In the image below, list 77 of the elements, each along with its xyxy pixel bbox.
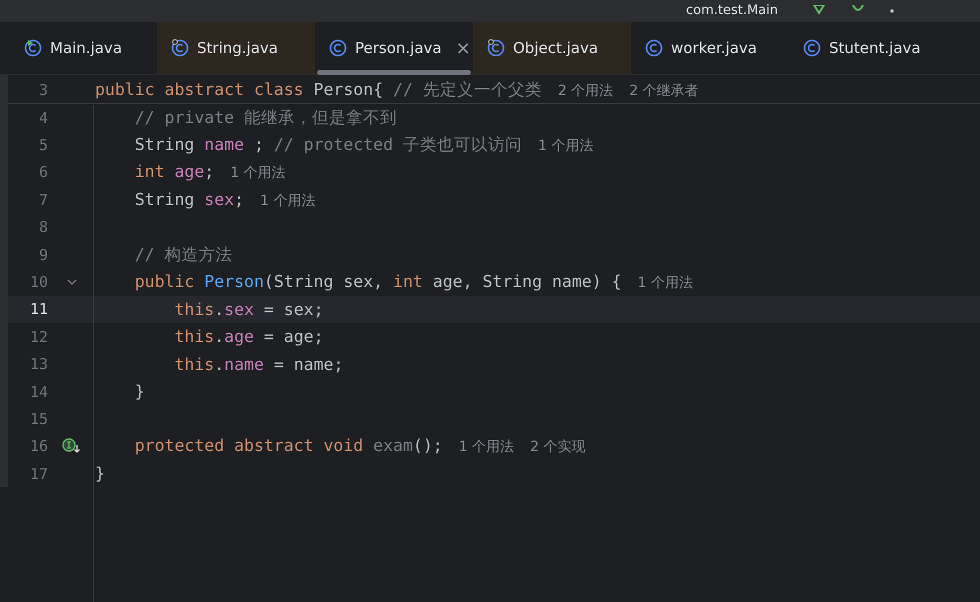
file-tab[interactable]: String.java — [157, 22, 315, 74]
line-number: 11 — [28, 300, 48, 318]
line-number: 17 — [28, 464, 48, 483]
field-name: age — [174, 162, 204, 182]
tab-label: Main.java — [50, 39, 122, 57]
line-number: 5 — [38, 136, 48, 154]
field-name: sex — [224, 300, 254, 319]
fold-chevron-icon[interactable] — [66, 279, 76, 286]
code-text: = age; — [262, 327, 324, 346]
keyword: int — [134, 162, 166, 182]
keyword: int — [393, 272, 424, 292]
keyword: public abstract class — [95, 80, 305, 99]
code-text: = sex; — [262, 300, 324, 319]
keyword: this — [173, 300, 214, 319]
inlay-hint: 2 个继承者 — [629, 83, 699, 99]
line-number: 4 — [38, 108, 48, 127]
field-name: name — [224, 354, 264, 374]
method-name: Person — [204, 272, 264, 292]
line-number: 3 — [38, 81, 48, 99]
tab-label: String.java — [197, 39, 278, 57]
line-number: 9 — [38, 246, 48, 264]
line-number: 10 — [28, 273, 48, 292]
line-number: 16 — [28, 437, 48, 456]
code-text: . — [214, 327, 224, 346]
line-number: 15 — [28, 410, 48, 428]
file-tab[interactable]: Person.java × — [315, 22, 473, 74]
inlay-hint: 1 个用法 — [458, 439, 514, 456]
keyword: this — [173, 327, 214, 346]
inlay-hint: 1 个用法 — [230, 165, 286, 182]
line-number: 14 — [28, 382, 48, 401]
tab-label: Object.java — [513, 39, 598, 57]
field-name: name — [204, 135, 244, 154]
code-text: ; — [252, 135, 265, 154]
code-text: String — [134, 135, 196, 154]
tab-label: worker.java — [671, 39, 757, 57]
inlay-hint: 2 个用法 — [558, 83, 614, 99]
code-text: = name; — [272, 354, 344, 374]
field-name: age — [224, 327, 254, 346]
run-config-selector[interactable]: com.test.Main — [686, 3, 778, 19]
code-text: Person{ — [314, 80, 384, 99]
file-tab[interactable]: Object.java — [473, 22, 631, 74]
code-comment: // private 能继承，但是拿不到 — [134, 108, 398, 127]
inlay-hint: 1 个用法 — [638, 275, 693, 292]
code-text: ; — [234, 190, 244, 209]
code-text: } — [95, 464, 105, 484]
line-number: 12 — [28, 328, 48, 346]
file-tab[interactable]: worker.java — [631, 22, 789, 74]
code-comment: // 构造方法 — [134, 244, 233, 264]
code-text: } — [134, 382, 145, 402]
line-number: 13 — [28, 355, 48, 374]
code-comment: // protected 子类也可以访问 — [274, 135, 522, 154]
code-comment: // 先定义一个父类 — [393, 80, 542, 99]
code-text: (String sex, — [264, 272, 384, 292]
code-text: (); — [412, 436, 443, 456]
line-number: 6 — [38, 163, 48, 182]
inlay-hint: 2 个实现 — [530, 439, 586, 456]
file-tab[interactable]: Main.java — [10, 22, 157, 74]
file-tab[interactable]: Stutent.java — [789, 22, 947, 74]
implemented-icon[interactable] — [62, 438, 82, 454]
tab-label: Stutent.java — [829, 39, 921, 57]
code-text: ; — [204, 162, 214, 182]
code-text: . — [214, 300, 224, 319]
keyword: protected abstract void — [134, 436, 364, 456]
keyword: this — [173, 354, 214, 374]
inlay-hint: 1 个用法 — [538, 138, 594, 154]
code-text: age, String name) { — [432, 272, 622, 292]
inlay-hint: 1 个用法 — [260, 192, 316, 209]
line-number: 7 — [38, 190, 48, 209]
code-text: . — [214, 354, 224, 374]
method-name: exam — [373, 436, 413, 456]
tab-label: Person.java — [355, 39, 442, 57]
keyword: public — [134, 272, 196, 292]
code-text: String — [134, 190, 196, 209]
field-name: sex — [204, 190, 234, 209]
line-number: 8 — [38, 218, 48, 236]
more-icon[interactable] — [890, 7, 894, 15]
close-icon[interactable]: × — [456, 38, 471, 58]
